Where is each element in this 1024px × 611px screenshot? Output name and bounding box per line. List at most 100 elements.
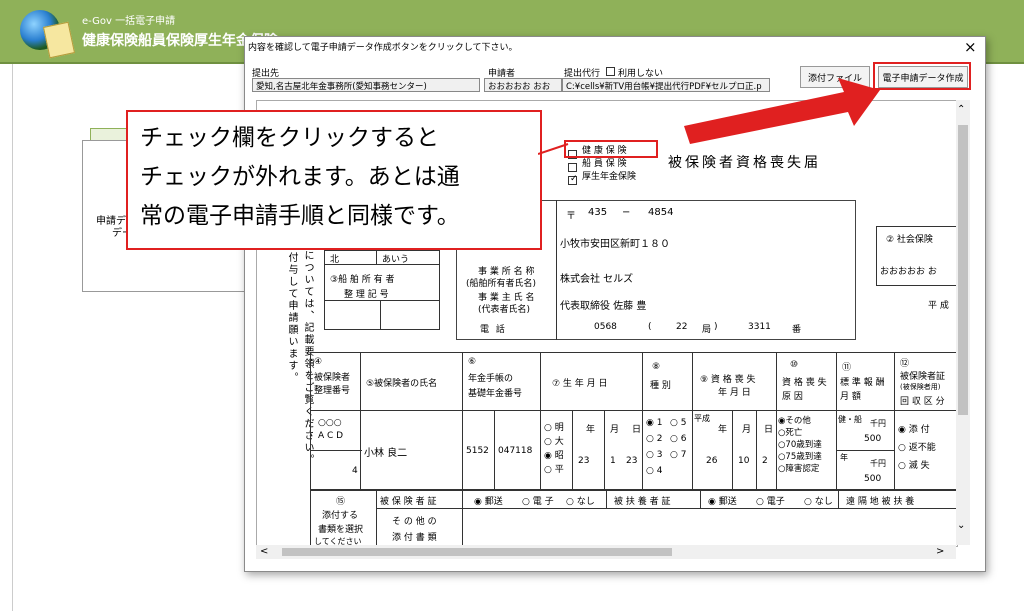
table-divider: [838, 490, 839, 508]
pension-insurance-checkbox[interactable]: ✓: [568, 170, 578, 189]
other-attachment-label: そ の 他 の: [392, 517, 437, 527]
phone-bureau-label: 局: [702, 325, 712, 335]
phone-number: 3311: [748, 322, 771, 332]
phone-area: 0568: [594, 322, 617, 332]
birth-month: 1: [610, 456, 616, 466]
return-radio-attach[interactable]: ◉ 添 付: [898, 422, 930, 435]
era-label: 平 成: [928, 301, 949, 311]
callout-text: チェック欄をクリックすると: [140, 125, 439, 151]
col15-header: 書類を選択: [318, 525, 364, 535]
close-icon[interactable]: ×: [964, 38, 977, 56]
cert-radio-electronic[interactable]: ○ 電 子: [522, 494, 554, 507]
loss-day-label: 日: [764, 425, 774, 435]
type-radio-5[interactable]: ○ 5: [670, 418, 686, 428]
salary-unit: 千円: [870, 459, 886, 468]
type-radio-7[interactable]: ○ 7: [670, 450, 686, 460]
cert-radio-mail[interactable]: ◉ 郵送: [474, 494, 503, 507]
table-divider: [604, 410, 605, 490]
reason-radio-70[interactable]: ○70歳到達: [778, 438, 822, 450]
reason-radio-75[interactable]: ○75歳到達: [778, 450, 822, 462]
col5-header: ⑤被保険者の氏名: [366, 379, 438, 389]
birth-year: 23: [578, 456, 590, 466]
table-divider: [572, 410, 573, 490]
reason-radio-other[interactable]: ◉その他: [778, 414, 811, 426]
loss-year: 26: [706, 456, 718, 466]
vertical-scroll-thumb[interactable]: [958, 125, 968, 415]
col4-number: ④: [314, 357, 323, 367]
table-divider: [692, 352, 693, 490]
owner-name-label: (代表者氏名): [478, 305, 531, 315]
col11-header: 標 準 報 酬: [840, 378, 885, 388]
type-radio-4[interactable]: ○ 4: [646, 466, 662, 476]
scroll-right-icon[interactable]: >: [936, 546, 944, 557]
applicant-field: おおおおお おお: [484, 78, 562, 92]
col10-header: 原 因: [782, 392, 803, 402]
office-info-divider: [556, 200, 557, 340]
col4-header: 整理番号: [314, 386, 351, 396]
postal-dash: −: [622, 207, 631, 218]
table-divider: [836, 450, 894, 451]
col11-header: 月 額: [840, 392, 861, 402]
return-radio-lost[interactable]: ○ 滅 失: [898, 458, 930, 471]
year-label: 年: [586, 425, 596, 435]
scroll-left-icon[interactable]: <: [260, 546, 268, 557]
proxy-checkbox[interactable]: [606, 67, 615, 76]
table-divider: [376, 490, 377, 546]
era-radio-meiji[interactable]: ○ 明: [544, 420, 564, 433]
table-divider: [894, 352, 895, 490]
insured-name: 小林 良二: [364, 448, 408, 459]
col12-number: ⑫: [900, 359, 910, 369]
reason-radio-disability[interactable]: ○障害認定: [778, 462, 819, 474]
reason-radio-death[interactable]: ○死亡: [778, 426, 802, 438]
table-divider: [310, 450, 362, 451]
type-radio-6[interactable]: ○ 6: [670, 434, 686, 444]
era-radio-showa[interactable]: ◉ 昭: [544, 448, 564, 461]
return-radio-unable[interactable]: ○ 返不能: [898, 440, 936, 453]
phone-paren-close: ): [714, 322, 718, 332]
owner-name: 代表取締役 佐藤 豊: [560, 301, 647, 312]
pointer-arrow-icon: [684, 78, 880, 144]
type-radio-1[interactable]: ◉ 1: [646, 418, 662, 428]
col9-header: 年 月 日: [718, 388, 751, 398]
dialog-instruction: 内容を確認して電子申請データ作成ボタンをクリックして下さい。: [248, 43, 518, 53]
pension-number-2: 047118: [498, 446, 533, 456]
col9-header: ⑨ 資 格 喪 失: [700, 375, 756, 385]
social-insurance-label: ② 社会保険: [886, 235, 933, 245]
type-radio-3[interactable]: ○ 3: [646, 450, 662, 460]
table-divider: [700, 490, 701, 508]
table-divider: [310, 410, 956, 411]
scroll-down-icon[interactable]: ⌄: [957, 520, 965, 531]
table-divider: [642, 352, 643, 490]
table-divider: [462, 490, 463, 546]
ship-owner-divider: [376, 250, 377, 264]
era-radio-heisei[interactable]: ○ 平: [544, 462, 564, 475]
col8-number: ⑧: [652, 362, 661, 372]
loss-month: 10: [738, 456, 750, 466]
phone-bureau: 22: [676, 322, 688, 332]
dep-radio-mail[interactable]: ◉ 郵送: [708, 494, 737, 507]
ship-owner-divider: [324, 300, 440, 301]
table-divider: [732, 410, 733, 490]
area-kana: あいう: [382, 255, 410, 265]
type-radio-2[interactable]: ○ 2: [646, 434, 662, 444]
create-button-highlight: [873, 62, 971, 90]
category-radios[interactable]: ○○○: [318, 418, 342, 428]
table-divider: [836, 352, 837, 490]
dep-radio-none[interactable]: ○ なし: [804, 494, 833, 507]
category-labels: A C D: [318, 431, 344, 441]
background-divider: [12, 64, 13, 611]
salary-value-1: 500: [864, 434, 882, 444]
col15-header: 添付する: [322, 511, 359, 521]
health-checkbox-highlight: [564, 140, 658, 158]
cert-radio-none[interactable]: ○ なし: [566, 494, 595, 507]
ship-owner-label: 整 理 記 号: [344, 290, 389, 300]
submit-to-field: 愛知,名古屋北年金事務所(愛知事務センター): [252, 78, 480, 92]
horizontal-scroll-thumb[interactable]: [282, 548, 672, 556]
other-attachment-input[interactable]: [466, 512, 952, 544]
office-name-label: (船舶所有者氏名): [466, 279, 537, 289]
scroll-up-icon[interactable]: ⌃: [957, 104, 965, 115]
loss-era: 平成: [694, 414, 710, 423]
era-radio-taisho[interactable]: ○ 大: [544, 434, 564, 447]
postal-code-2: 4854: [648, 207, 674, 218]
dep-radio-electronic[interactable]: ○ 電子: [756, 494, 785, 507]
